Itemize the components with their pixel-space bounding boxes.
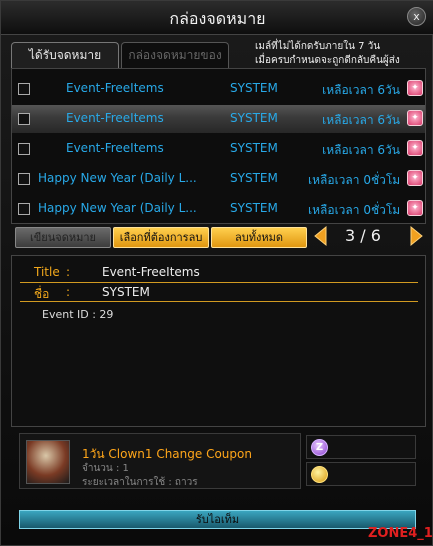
mail-time-left: เหลือเวลา 6วัน xyxy=(322,83,400,97)
gift-icon: ✦ xyxy=(407,110,423,126)
gift-icon: ✦ xyxy=(407,170,423,186)
mail-checkbox[interactable] xyxy=(18,113,30,125)
expiry-notice: เมล์ที่ไม่ได้กดรับภายใน 7 วัน เมื่อครบกำ… xyxy=(255,40,400,68)
zeny-slot: Z xyxy=(306,435,416,459)
attachment-slot[interactable]: 1วัน Clown1 Change Coupon จำนวน : 1 ระยะ… xyxy=(19,433,301,489)
window-title: กล่องจดหมาย xyxy=(169,9,266,28)
detail-title-label: Title xyxy=(34,265,60,279)
detail-name-value: SYSTEM xyxy=(102,285,150,299)
close-button[interactable]: x xyxy=(407,7,426,26)
mail-body: Event ID : 29 xyxy=(42,308,114,321)
mail-checkbox[interactable] xyxy=(18,83,30,95)
watermark: ZONE4_1 xyxy=(368,526,433,541)
mail-sender: SYSTEM xyxy=(230,141,278,155)
delete-all-button[interactable]: ลบทั้งหมด xyxy=(211,227,307,248)
mail-row-selected[interactable]: Event-FreeItems SYSTEM เหลือเวลา 6วัน ✦ xyxy=(12,105,425,133)
mailbox-window: กล่องจดหมาย x ได้รับจดหมาย กล่องจดหมายขอ… xyxy=(0,0,433,546)
clown-coupon-item-icon xyxy=(26,440,70,484)
mail-row[interactable]: Event-FreeItems SYSTEM เหลือเวลา 6วัน ✦ xyxy=(12,135,425,163)
item-duration: ระยะเวลาในการใช้ : ถาวร xyxy=(82,477,198,488)
prev-page-arrow-icon[interactable] xyxy=(311,225,331,247)
mail-time-left: เหลือเวลา 0ชั่วโม xyxy=(308,203,400,217)
detail-divider xyxy=(20,282,418,283)
tab-account-mailbox[interactable]: กล่องจดหมายของไอดี xyxy=(121,42,229,87)
detail-divider xyxy=(20,301,418,302)
write-mail-button[interactable]: เขียนจดหมาย xyxy=(15,227,111,248)
delete-selected-button[interactable]: เลือกที่ต้องการลบ xyxy=(113,227,209,248)
mail-checkbox[interactable] xyxy=(18,173,30,185)
gold-slot xyxy=(306,462,416,486)
mail-checkbox[interactable] xyxy=(18,203,30,215)
gift-icon: ✦ xyxy=(407,80,423,96)
next-page-arrow-icon[interactable] xyxy=(406,225,426,247)
mail-time-left: เหลือเวลา 0ชั่วโม xyxy=(308,173,400,187)
notice-line-1: เมล์ที่ไม่ได้กดรับภายใน 7 วัน xyxy=(255,41,381,52)
mail-sender: SYSTEM xyxy=(230,111,278,125)
mail-checkbox[interactable] xyxy=(18,143,30,155)
mail-row[interactable]: Event-FreeItems SYSTEM เหลือเวลา 6วัน ✦ xyxy=(12,75,425,103)
mail-list: Event-FreeItems SYSTEM เหลือเวลา 6วัน ✦ … xyxy=(11,68,426,224)
gift-icon: ✦ xyxy=(407,140,423,156)
mail-sender: SYSTEM xyxy=(230,81,278,95)
mail-title: Event-FreeItems xyxy=(66,111,164,125)
mail-title: Event-FreeItems xyxy=(66,141,164,155)
mail-detail-panel: Title : Event-FreeItems ชื่อ : SYSTEM Ev… xyxy=(11,255,426,427)
page-indicator: 3 / 6 xyxy=(345,226,381,245)
mail-time-left: เหลือเวลา 6วัน xyxy=(322,113,400,127)
item-quantity: จำนวน : 1 xyxy=(82,463,129,474)
mail-sender: SYSTEM xyxy=(230,201,278,215)
notice-line-2: เมื่อครบกำหนดจะถูกดีกลับคืนผู้ส่ง xyxy=(255,55,400,66)
detail-title-value: Event-FreeItems xyxy=(102,265,200,279)
mail-title: Event-FreeItems xyxy=(66,81,164,95)
gold-coins-icon xyxy=(311,466,328,483)
mail-row[interactable]: Happy New Year (Daily L... SYSTEM เหลือเ… xyxy=(12,195,425,223)
receive-item-button[interactable]: รับไอเท็ม xyxy=(19,510,416,529)
mail-title: Happy New Year (Daily L... xyxy=(38,171,197,185)
title-bar[interactable]: กล่องจดหมาย x xyxy=(1,1,433,35)
gift-icon: ✦ xyxy=(407,200,423,216)
detail-title-colon: : xyxy=(66,265,71,279)
zeny-coin-icon: Z xyxy=(311,439,328,456)
mail-row[interactable]: Happy New Year (Daily L... SYSTEM เหลือเ… xyxy=(12,165,425,193)
detail-name-colon: : xyxy=(66,285,71,299)
mail-title: Happy New Year (Daily L... xyxy=(38,201,197,215)
mail-sender: SYSTEM xyxy=(230,171,278,185)
mail-time-left: เหลือเวลา 6วัน xyxy=(322,143,400,157)
tab-received-mail[interactable]: ได้รับจดหมาย xyxy=(11,42,119,68)
